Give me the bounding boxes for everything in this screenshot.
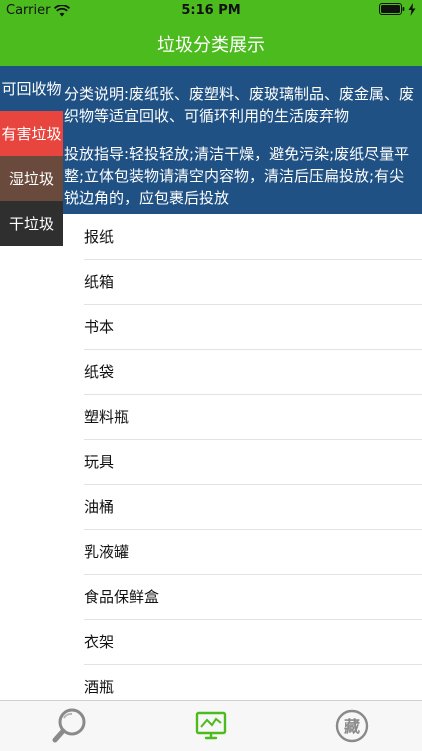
status-bar: Carrier 5:16 PM: [0, 0, 422, 22]
list-item[interactable]: 衣架: [84, 620, 422, 665]
item-list: 报纸 纸箱 书本 纸袋 塑料瓶 玩具 油桶 乳液罐 食品保鲜盒 衣架 酒瓶: [63, 215, 422, 710]
category-sidebar: 可回收物 有害垃圾 湿垃圾 干垃圾: [0, 66, 63, 246]
collection-icon: 藏: [335, 709, 369, 743]
list-item[interactable]: 玩具: [84, 440, 422, 485]
list-item[interactable]: 油桶: [84, 485, 422, 530]
charging-icon: [408, 2, 416, 16]
list-item[interactable]: 乳液罐: [84, 530, 422, 575]
tab-collection[interactable]: 藏: [332, 706, 372, 746]
category-description-panel: 分类说明:废纸张、废塑料、废玻璃制品、废金属、废织物等适宜回收、可循环利用的生活…: [63, 66, 422, 214]
tab-search[interactable]: [50, 706, 90, 746]
sidebar-item-wet[interactable]: 湿垃圾: [0, 156, 63, 201]
sidebar-item-hazardous[interactable]: 有害垃圾: [0, 111, 63, 156]
tab-bar: 藏: [0, 700, 422, 751]
status-time: 5:16 PM: [181, 3, 241, 18]
chart-board-icon: [195, 711, 227, 740]
sidebar-item-dry[interactable]: 干垃圾: [0, 201, 63, 246]
sidebar-item-label: 有害垃圾: [1, 125, 62, 143]
page-title: 垃圾分类展示: [157, 35, 265, 56]
disposal-guidance: 投放指导:轻投轻放;清洁干燥，避免污染;废纸尽量平整;立体包装物请清空内容物，清…: [64, 145, 410, 207]
sidebar-item-label: 干垃圾: [8, 215, 54, 233]
status-right: [379, 2, 416, 16]
sidebar-item-label: 湿垃圾: [8, 170, 54, 188]
nav-bar: 垃圾分类展示: [0, 22, 422, 66]
list-item[interactable]: 塑料瓶: [84, 395, 422, 440]
list-item[interactable]: 纸箱: [84, 260, 422, 305]
list-item[interactable]: 食品保鲜盒: [84, 575, 422, 620]
search-icon: [52, 708, 86, 743]
tab-display[interactable]: [191, 706, 231, 746]
collection-glyph: 藏: [344, 717, 360, 736]
sidebar-item-recyclable[interactable]: 可回收物: [0, 66, 63, 111]
list-item[interactable]: 书本: [84, 305, 422, 350]
sidebar-item-label: 可回收物: [1, 80, 62, 98]
battery-icon: [379, 3, 405, 15]
list-item[interactable]: 纸袋: [84, 350, 422, 395]
list-item[interactable]: 报纸: [84, 215, 422, 260]
category-definition: 分类说明:废纸张、废塑料、废玻璃制品、废金属、废织物等适宜回收、可循环利用的生活…: [64, 85, 415, 125]
